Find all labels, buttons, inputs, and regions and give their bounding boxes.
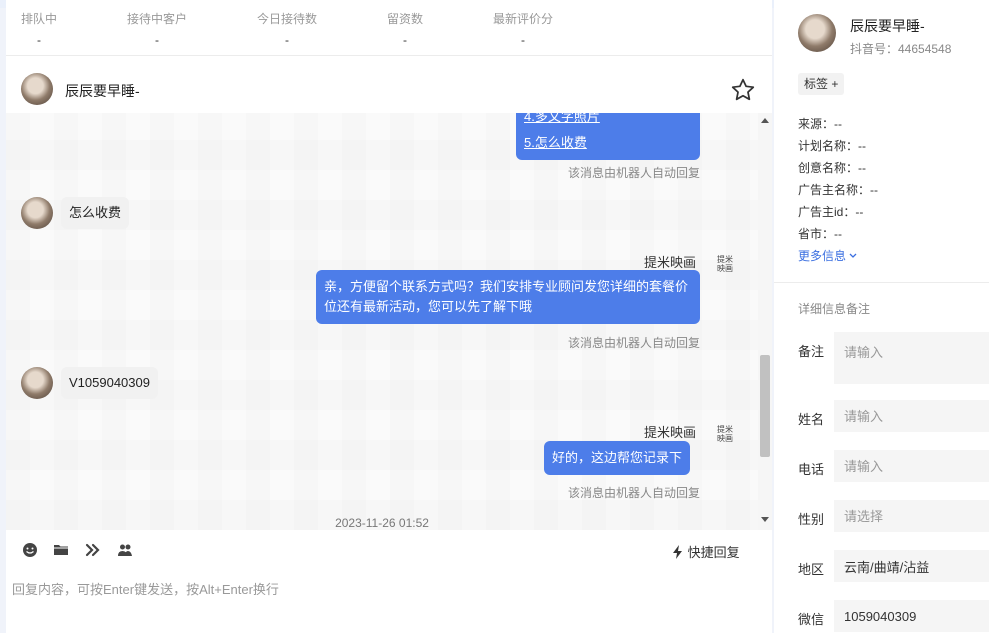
wechat-label: 微信 [798, 612, 825, 627]
auto-reply-note: 该消息由机器人自动回复 [568, 486, 701, 500]
brand-logo-icon: 提米映画 [717, 255, 733, 273]
profile-name: 辰辰要早睡- [850, 18, 925, 34]
region-label: 地区 [798, 562, 825, 577]
customer-avatar [21, 367, 53, 399]
more-info-label: 更多信息 [798, 249, 847, 263]
stat-rating: 最新评价分 - [493, 10, 553, 47]
stat-leads: 留资数 - [387, 10, 423, 47]
more-info-link[interactable]: 更多信息 [798, 247, 857, 264]
message-bubble-bot-menu: 4.多文字照片 5.怎么收费 [516, 113, 700, 160]
profile-id: 抖音号：44654548 [850, 42, 952, 56]
customer-avatar [21, 197, 53, 229]
stat-value: - [155, 33, 159, 47]
stat-label: 留资数 [387, 12, 424, 26]
sender-name: 提米映画 [644, 425, 697, 440]
gender-select[interactable] [834, 500, 989, 532]
gender-label: 性别 [798, 512, 825, 527]
phone-label: 电话 [798, 462, 825, 477]
stat-value: - [521, 33, 525, 47]
chat-panel: 排队中 - 接待中客户 - 今日接待数 - 留资数 - 最新评价分 - 辰辰要早… [6, 0, 772, 633]
emoji-icon[interactable] [21, 542, 39, 560]
transfer-icon[interactable] [84, 542, 102, 560]
stat-queue: 排队中 - [21, 10, 57, 47]
scroll-thumb[interactable] [760, 355, 770, 457]
contact-avatar[interactable] [21, 73, 53, 105]
lightning-icon [673, 545, 682, 559]
detail-section-title: 详细信息备注 [798, 302, 871, 316]
users-icon[interactable] [116, 542, 134, 560]
phone-input[interactable] [834, 450, 989, 482]
auto-reply-note: 该消息由机器人自动回复 [568, 166, 701, 180]
stat-label: 接待中客户 [127, 12, 188, 26]
info-creative-name: 创意名称：-- [798, 161, 866, 175]
note-label: 备注 [798, 344, 825, 359]
stat-value: - [285, 33, 289, 47]
quick-reply-label: 快捷回复 [687, 545, 740, 560]
info-advertiser-name: 广告主名称：-- [798, 183, 878, 197]
info-plan-name: 计划名称：-- [798, 139, 866, 153]
menu-link-pricing[interactable]: 5.怎么收费 [524, 133, 692, 153]
auto-reply-note: 该消息由机器人自动回复 [568, 336, 701, 350]
brand-logo-icon: 提米映画 [717, 425, 733, 443]
info-advertiser-id: 广告主id：-- [798, 205, 864, 219]
quick-reply-button[interactable]: 快捷回复 [672, 542, 740, 561]
composer: 快捷回复 [6, 530, 772, 633]
chat-header: 辰辰要早睡- [6, 57, 772, 113]
contact-name: 辰辰要早睡- [65, 83, 140, 99]
stat-today: 今日接待数 - [257, 10, 317, 47]
note-input[interactable] [834, 332, 989, 384]
stat-label: 排队中 [21, 12, 58, 26]
scroll-up-icon[interactable] [761, 118, 769, 123]
message-scrollbar[interactable] [758, 113, 772, 530]
folder-icon[interactable] [52, 542, 70, 560]
name-input[interactable] [834, 400, 989, 432]
message-bubble-agent: 亲，方便留个联系方式吗？我们安排专业顾问发您详细的套餐价位还有最新活动，您可以先… [316, 270, 700, 324]
info-province-city: 省市：-- [798, 227, 842, 241]
stat-label: 今日接待数 [257, 12, 318, 26]
chevron-down-icon [849, 253, 857, 258]
stat-label: 最新评价分 [493, 12, 554, 26]
menu-link-partial[interactable]: 4.多文字照片 [524, 113, 692, 127]
wechat-input[interactable] [834, 600, 989, 632]
customer-info-panel: 辰辰要早睡- 抖音号：44654548 标签 + 来源：-- 计划名称：-- 创… [774, 0, 989, 633]
region-select[interactable] [834, 550, 989, 582]
message-bubble-customer: 怎么收费 [61, 197, 130, 229]
stats-bar: 排队中 - 接待中客户 - 今日接待数 - 留资数 - 最新评价分 - [6, 0, 772, 56]
stat-value: - [37, 33, 41, 47]
message-bubble-agent: 好的，这边帮您记录下 [544, 441, 691, 475]
section-divider [774, 282, 989, 283]
name-label: 姓名 [798, 412, 825, 427]
sender-name: 提米映画 [644, 255, 697, 270]
stat-value: - [403, 33, 407, 47]
add-tag-button[interactable]: 标签 + [798, 73, 845, 95]
profile-avatar [798, 14, 836, 52]
message-list[interactable]: 4.多文字照片 5.怎么收费 该消息由机器人自动回复 怎么收费 提米映画 提米映… [6, 113, 758, 530]
reply-input[interactable] [12, 578, 752, 600]
scroll-down-icon[interactable] [761, 517, 769, 522]
stat-serving: 接待中客户 - [127, 10, 187, 47]
message-timestamp: 2023-11-26 01:52 [335, 516, 429, 530]
message-bubble-customer: V1059040309 [61, 367, 158, 399]
star-icon[interactable] [730, 77, 756, 103]
info-source: 来源：-- [798, 117, 842, 131]
